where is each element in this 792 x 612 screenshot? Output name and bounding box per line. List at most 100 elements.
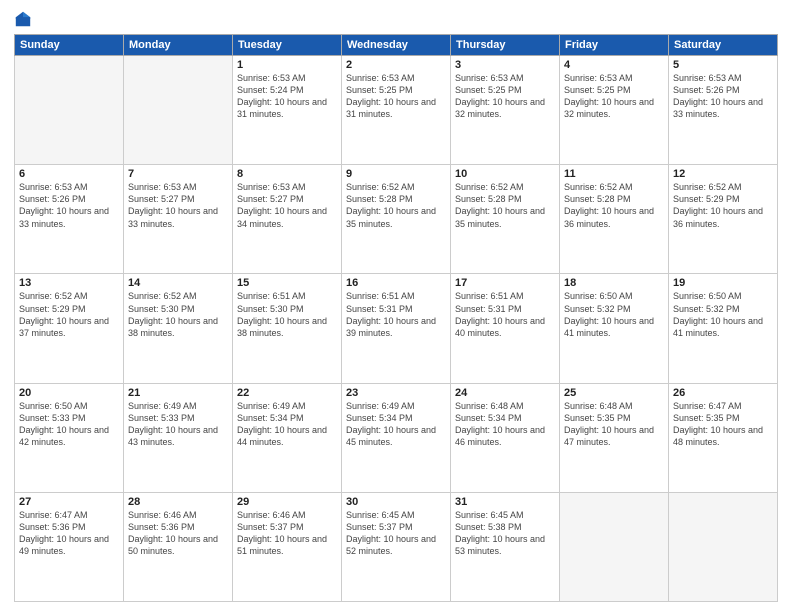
calendar-cell: 19Sunrise: 6:50 AMSunset: 5:32 PMDayligh… (669, 274, 778, 383)
calendar-cell: 5Sunrise: 6:53 AMSunset: 5:26 PMDaylight… (669, 56, 778, 165)
day-number: 24 (455, 387, 555, 399)
daylight-label: Daylight: 10 hours and 45 minutes. (346, 425, 436, 447)
sunset-label: Sunset: 5:36 PM (19, 522, 86, 532)
day-number: 28 (128, 496, 228, 508)
day-info: Sunrise: 6:45 AMSunset: 5:37 PMDaylight:… (346, 509, 446, 558)
sunset-label: Sunset: 5:24 PM (237, 85, 304, 95)
day-info: Sunrise: 6:53 AMSunset: 5:26 PMDaylight:… (19, 181, 119, 230)
sunrise-label: Sunrise: 6:49 AM (128, 401, 197, 411)
sunset-label: Sunset: 5:34 PM (346, 413, 413, 423)
sunset-label: Sunset: 5:31 PM (346, 304, 413, 314)
calendar-cell: 17Sunrise: 6:51 AMSunset: 5:31 PMDayligh… (451, 274, 560, 383)
daylight-label: Daylight: 10 hours and 48 minutes. (673, 425, 763, 447)
sunset-label: Sunset: 5:28 PM (564, 194, 631, 204)
sunrise-label: Sunrise: 6:52 AM (673, 182, 742, 192)
sunrise-label: Sunrise: 6:47 AM (19, 510, 88, 520)
sunrise-label: Sunrise: 6:53 AM (346, 73, 415, 83)
day-number: 1 (237, 59, 337, 71)
daylight-label: Daylight: 10 hours and 43 minutes. (128, 425, 218, 447)
calendar-cell (124, 56, 233, 165)
day-number: 12 (673, 168, 773, 180)
day-info: Sunrise: 6:47 AMSunset: 5:35 PMDaylight:… (673, 400, 773, 449)
sunrise-label: Sunrise: 6:53 AM (673, 73, 742, 83)
daylight-label: Daylight: 10 hours and 35 minutes. (455, 206, 545, 228)
daylight-label: Daylight: 10 hours and 49 minutes. (19, 534, 109, 556)
day-info: Sunrise: 6:53 AMSunset: 5:25 PMDaylight:… (564, 72, 664, 121)
day-info: Sunrise: 6:53 AM Sunset: 5:25 PM Daylight:… (455, 72, 555, 121)
week-row-4: 20Sunrise: 6:50 AMSunset: 5:33 PMDayligh… (15, 383, 778, 492)
daylight-label: Daylight: 10 hours and 50 minutes. (128, 534, 218, 556)
sunrise-label: Sunrise: 6:51 AM (346, 291, 415, 301)
sunset-label: Sunset: 5:28 PM (455, 194, 522, 204)
day-info: Sunrise: 6:53 AMSunset: 5:26 PMDaylight:… (673, 72, 773, 121)
calendar-cell: 28Sunrise: 6:46 AMSunset: 5:36 PMDayligh… (124, 492, 233, 601)
day-number: 2 (346, 59, 446, 71)
calendar-cell: 30Sunrise: 6:45 AMSunset: 5:37 PMDayligh… (342, 492, 451, 601)
weekday-header-sunday: Sunday (15, 35, 124, 56)
day-info: Sunrise: 6:51 AM Sunset: 5:31 PM Daylight:… (346, 290, 446, 339)
day-number: 29 (237, 496, 337, 508)
calendar-cell: 27Sunrise: 6:47 AMSunset: 5:36 PMDayligh… (15, 492, 124, 601)
calendar-cell: 2Sunrise: 6:53 AMSunset: 5:25 PMDaylight… (342, 56, 451, 165)
sunrise-label: Sunrise: 6:46 AM (128, 510, 197, 520)
daylight-label: Daylight: 10 hours and 38 minutes. (128, 316, 218, 338)
sunrise-label: Sunrise: 6:49 AM (346, 401, 415, 411)
day-info: Sunrise: 6:53 AMSunset: 5:25 PMDaylight:… (346, 72, 446, 121)
week-row-1: 1Sunrise: 6:53 AMSunset: 5:24 PMDaylight… (15, 56, 778, 165)
sunset-label: Sunset: 5:32 PM (564, 304, 631, 314)
daylight-label: Daylight: 10 hours and 42 minutes. (19, 425, 109, 447)
sunset-label: Sunset: 5:25 PM (455, 85, 522, 95)
sunrise-label: Sunrise: 6:53 AM (455, 73, 524, 83)
sunset-label: Sunset: 5:33 PM (19, 413, 86, 423)
calendar-cell: 18Sunrise: 6:50 AMSunset: 5:32 PMDayligh… (560, 274, 669, 383)
day-info: Sunrise: 6:46 AMSunset: 5:36 PMDaylight:… (128, 509, 228, 558)
daylight-label: Daylight: 10 hours and 32 minutes. (564, 97, 654, 119)
day-info: Sunrise: 6:50 AMSunset: 5:32 PMDaylight:… (564, 290, 664, 339)
sunset-label: Sunset: 5:29 PM (673, 194, 740, 204)
day-info: Sunrise: 6:52 AMSunset: 5:29 PMDaylight:… (673, 181, 773, 230)
day-number: 7 (128, 168, 228, 180)
weekday-header-wednesday: Wednesday (342, 35, 451, 56)
day-number: 3 (455, 59, 555, 71)
calendar-cell: 22Sunrise: 6:49 AMSunset: 5:34 PMDayligh… (233, 383, 342, 492)
sunrise-label: Sunrise: 6:52 AM (346, 182, 415, 192)
calendar-cell: 29Sunrise: 6:46 AMSunset: 5:37 PMDayligh… (233, 492, 342, 601)
daylight-label: Daylight: 10 hours and 36 minutes. (564, 206, 654, 228)
page: SundayMondayTuesdayWednesdayThursdayFrid… (0, 0, 792, 612)
sunrise-label: Sunrise: 6:52 AM (19, 291, 88, 301)
sunset-label: Sunset: 5:33 PM (128, 413, 195, 423)
sunrise-label: Sunrise: 6:53 AM (237, 182, 306, 192)
sunset-label: Sunset: 5:28 PM (346, 194, 413, 204)
day-number: 10 (455, 168, 555, 180)
daylight-label: Daylight: 10 hours and 33 minutes. (19, 206, 109, 228)
daylight-label: Daylight: 10 hours and 34 minutes. (237, 206, 327, 228)
day-info: Sunrise: 6:50 AMSunset: 5:33 PMDaylight:… (19, 400, 119, 449)
sunrise-label: Sunrise: 6:48 AM (564, 401, 633, 411)
sunrise-label: Sunrise: 6:46 AM (237, 510, 306, 520)
daylight-label: Daylight: 10 hours and 39 minutes. (346, 316, 436, 338)
calendar-cell: 24Sunrise: 6:48 AMSunset: 5:34 PMDayligh… (451, 383, 560, 492)
sunset-label: Sunset: 5:29 PM (19, 304, 86, 314)
week-row-2: 6Sunrise: 6:53 AMSunset: 5:26 PMDaylight… (15, 165, 778, 274)
sunrise-label: Sunrise: 6:48 AM (455, 401, 524, 411)
day-number: 31 (455, 496, 555, 508)
day-number: 25 (564, 387, 664, 399)
sunrise-label: Sunrise: 6:53 AM (128, 182, 197, 192)
day-number: 14 (128, 277, 228, 289)
calendar-cell: 16Sunrise: 6:51 AMSunset: 5:31 PMDayligh… (342, 274, 451, 383)
calendar-cell: 9Sunrise: 6:52 AMSunset: 5:28 PMDaylight… (342, 165, 451, 274)
sunset-label: Sunset: 5:26 PM (673, 85, 740, 95)
calendar-table: SundayMondayTuesdayWednesdayThursdayFrid… (14, 34, 778, 602)
sunset-label: Sunset: 5:26 PM (19, 194, 86, 204)
sunset-label: Sunset: 5:38 PM (455, 522, 522, 532)
daylight-label: Daylight: 10 hours and 32 minutes. (455, 97, 545, 119)
day-info: Sunrise: 6:49 AMSunset: 5:34 PMDaylight:… (237, 400, 337, 449)
daylight-label: Daylight: 10 hours and 35 minutes. (346, 206, 436, 228)
weekday-header-row: SundayMondayTuesdayWednesdayThursdayFrid… (15, 35, 778, 56)
day-number: 6 (19, 168, 119, 180)
sunrise-label: Sunrise: 6:52 AM (128, 291, 197, 301)
day-info: Sunrise: 6:53 AMSunset: 5:24 PMDaylight:… (237, 72, 337, 121)
calendar-cell: 1Sunrise: 6:53 AMSunset: 5:24 PMDaylight… (233, 56, 342, 165)
day-number: 20 (19, 387, 119, 399)
sunset-label: Sunset: 5:30 PM (128, 304, 195, 314)
